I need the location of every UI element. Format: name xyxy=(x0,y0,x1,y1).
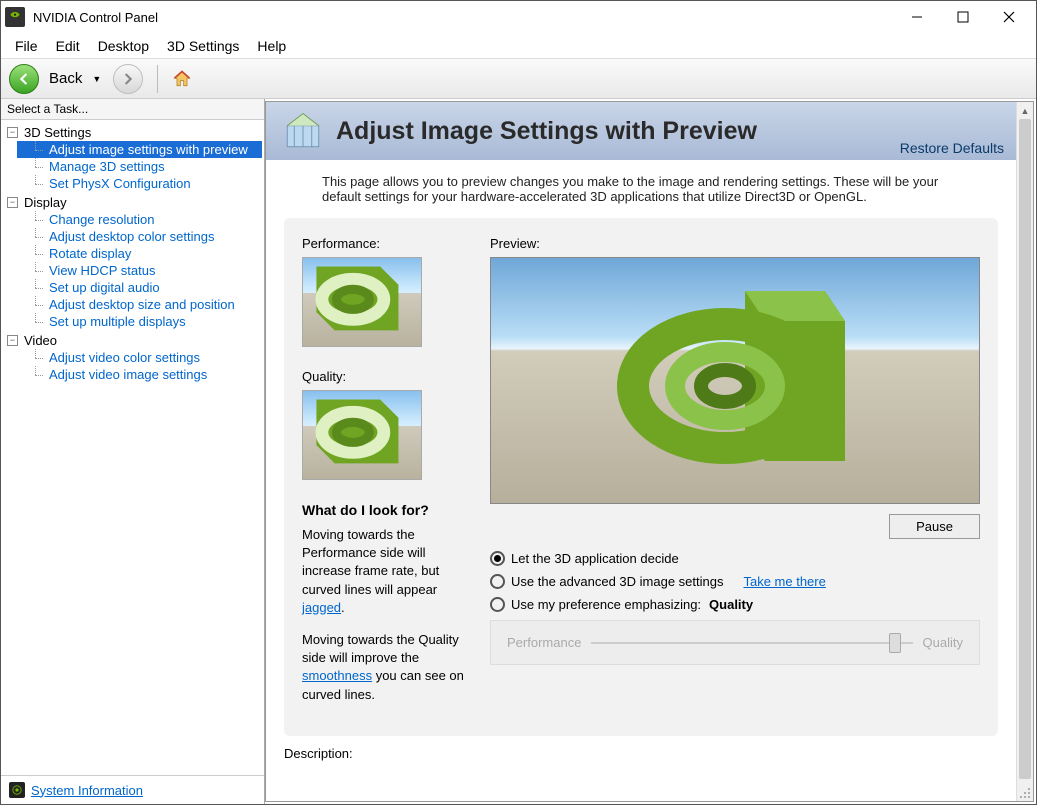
back-dropdown-icon[interactable]: ▼ xyxy=(92,74,101,84)
tree-group-3d-settings[interactable]: −3D Settings xyxy=(3,124,262,141)
slider-thumb[interactable] xyxy=(889,633,901,653)
tree-item-multiple-displays[interactable]: Set up multiple displays xyxy=(17,313,262,330)
close-button[interactable] xyxy=(986,2,1032,32)
tree-item-manage-3d-settings[interactable]: Manage 3D settings xyxy=(17,158,262,175)
performance-label: Performance: xyxy=(302,236,472,251)
titlebar: NVIDIA Control Panel xyxy=(1,1,1036,33)
sidebar-footer: System Information xyxy=(1,775,264,804)
smoothness-link[interactable]: smoothness xyxy=(302,668,372,683)
radio-let-app-decide[interactable]: Let the 3D application decide xyxy=(490,551,980,566)
tree-item-adjust-image-settings[interactable]: Adjust image settings with preview xyxy=(17,141,262,158)
scrollbar[interactable]: ▲ ▼ xyxy=(1016,102,1033,801)
page-header-icon xyxy=(282,110,324,152)
menu-file[interactable]: File xyxy=(7,36,46,56)
tree-item-rotate-display[interactable]: Rotate display xyxy=(17,245,262,262)
scroll-thumb[interactable] xyxy=(1019,119,1031,779)
preference-slider: Performance Quality xyxy=(490,620,980,665)
menubar: File Edit Desktop 3D Settings Help xyxy=(1,33,1036,59)
page-description: This page allows you to preview changes … xyxy=(266,160,1016,218)
radio-icon xyxy=(490,597,505,612)
resize-grip-icon[interactable] xyxy=(1017,784,1033,801)
tree-item-view-hdcp[interactable]: View HDCP status xyxy=(17,262,262,279)
scroll-track[interactable] xyxy=(1017,119,1033,767)
preview-viewport xyxy=(490,257,980,504)
system-info-icon xyxy=(9,782,25,798)
maximize-button[interactable] xyxy=(940,2,986,32)
help-text-quality: Moving towards the Quality side will imp… xyxy=(302,631,472,704)
task-tree: −3D Settings Adjust image settings with … xyxy=(1,120,264,775)
help-text-performance: Moving towards the Performance side will… xyxy=(302,526,472,617)
back-label[interactable]: Back xyxy=(49,70,82,87)
settings-panel: Performance: Quality: What do I look for… xyxy=(284,218,998,736)
description-label: Description: xyxy=(266,736,1016,771)
back-button[interactable] xyxy=(9,64,39,94)
menu-desktop[interactable]: Desktop xyxy=(90,36,157,56)
radio-my-preference[interactable]: Use my preference emphasizing:Quality xyxy=(490,597,980,612)
tree-item-video-image[interactable]: Adjust video image settings xyxy=(17,366,262,383)
menu-3d-settings[interactable]: 3D Settings xyxy=(159,36,247,56)
jagged-link[interactable]: jagged xyxy=(302,600,341,615)
sidebar-header: Select a Task... xyxy=(1,99,264,120)
tree-item-set-physx[interactable]: Set PhysX Configuration xyxy=(17,175,262,192)
quality-thumbnail xyxy=(302,390,422,480)
window-title: NVIDIA Control Panel xyxy=(33,10,894,25)
slider-left-label: Performance xyxy=(507,635,581,650)
what-look-for-heading: What do I look for? xyxy=(302,502,472,518)
scroll-up-icon[interactable]: ▲ xyxy=(1017,102,1033,119)
preview-label: Preview: xyxy=(490,236,980,251)
minimize-button[interactable] xyxy=(894,2,940,32)
page-header: Adjust Image Settings with Preview Resto… xyxy=(266,102,1016,160)
toolbar-separator xyxy=(157,65,158,93)
slider-right-label: Quality xyxy=(923,635,963,650)
system-information-link[interactable]: System Information xyxy=(31,783,143,798)
quality-label: Quality: xyxy=(302,369,472,384)
collapse-icon[interactable]: − xyxy=(7,335,18,346)
restore-defaults-link[interactable]: Restore Defaults xyxy=(900,140,1004,156)
slider-track[interactable] xyxy=(591,642,912,644)
tree-group-display[interactable]: −Display xyxy=(3,194,262,211)
app-icon xyxy=(5,7,25,27)
collapse-icon[interactable]: − xyxy=(7,197,18,208)
collapse-icon[interactable]: − xyxy=(7,127,18,138)
tree-item-digital-audio[interactable]: Set up digital audio xyxy=(17,279,262,296)
take-me-there-link[interactable]: Take me there xyxy=(743,574,825,589)
tree-item-adjust-desktop-color[interactable]: Adjust desktop color settings xyxy=(17,228,262,245)
pause-button[interactable]: Pause xyxy=(889,514,980,539)
home-button[interactable] xyxy=(172,69,192,89)
radio-use-advanced[interactable]: Use the advanced 3D image settingsTake m… xyxy=(490,574,980,589)
forward-button[interactable] xyxy=(113,64,143,94)
menu-edit[interactable]: Edit xyxy=(48,36,88,56)
main-panel: Adjust Image Settings with Preview Resto… xyxy=(265,101,1034,802)
tree-item-video-color[interactable]: Adjust video color settings xyxy=(17,349,262,366)
tree-item-change-resolution[interactable]: Change resolution xyxy=(17,211,262,228)
radio-icon xyxy=(490,574,505,589)
radio-icon xyxy=(490,551,505,566)
toolbar: Back ▼ xyxy=(1,59,1036,99)
performance-thumbnail xyxy=(302,257,422,347)
tree-group-video[interactable]: −Video xyxy=(3,332,262,349)
sidebar: Select a Task... −3D Settings Adjust ima… xyxy=(1,99,265,804)
tree-item-adjust-desktop-size[interactable]: Adjust desktop size and position xyxy=(17,296,262,313)
menu-help[interactable]: Help xyxy=(249,36,294,56)
